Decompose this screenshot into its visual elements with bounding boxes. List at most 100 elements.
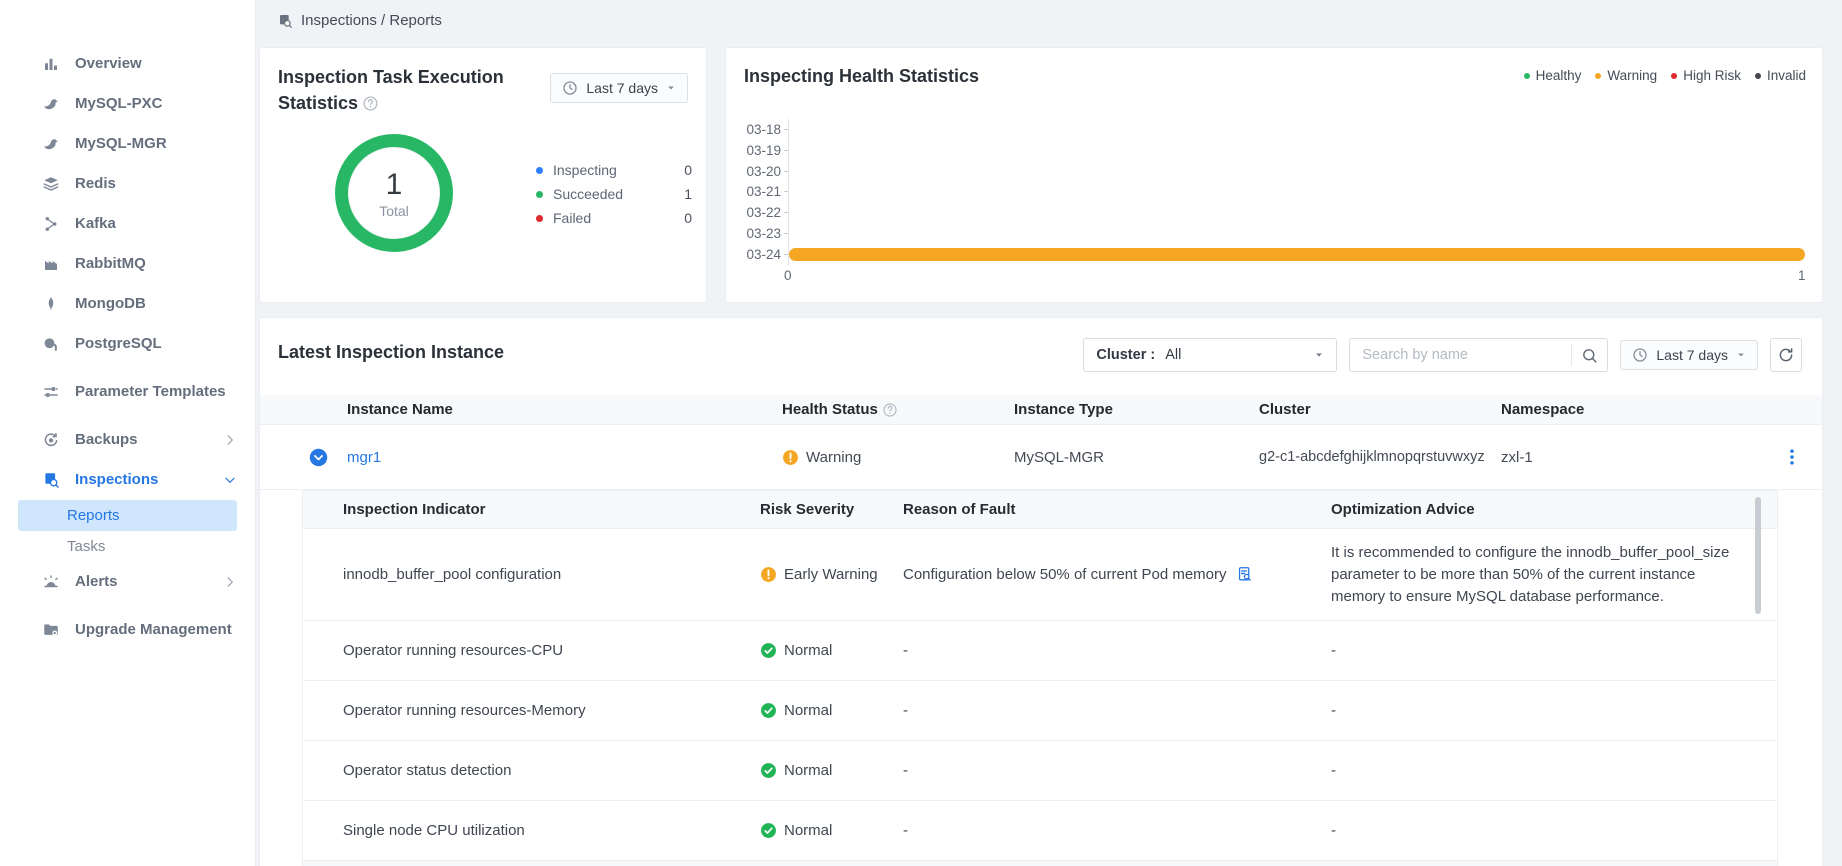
check-circle-icon (760, 642, 777, 659)
detail-row-innodb-buffer-pool-configuration: innodb_buffer_pool configurationEarly Wa… (303, 528, 1777, 620)
severity-label: Normal (784, 822, 832, 839)
chart-row-03-24 (789, 244, 1805, 265)
sidebar-item-label: Kafka (75, 214, 237, 234)
col-inspection-indicator: Inspection Indicator (343, 501, 760, 518)
detail-scrollbar[interactable] (1755, 497, 1761, 614)
sidebar-item-parameter-templates[interactable]: Parameter Templates (0, 364, 255, 420)
indicator-cell: Operator status detection (343, 762, 760, 779)
reason-text: - (903, 762, 908, 779)
cluster-cell: g2-c1-abcdefghijklmnopqrstuvwxyz (1259, 449, 1501, 465)
latest-range-button[interactable]: Last 7 days (1620, 340, 1758, 370)
sidebar-item-mysql-mgr[interactable]: MySQL-MGR (0, 124, 255, 164)
instance-table: Instance Name Health Status Instance Typ… (260, 395, 1822, 866)
health-legend-item-high-risk[interactable]: High Risk (1671, 68, 1741, 83)
refresh-button[interactable] (1770, 338, 1802, 372)
legend-label: Failed (553, 210, 591, 226)
col-namespace: Namespace (1501, 401, 1722, 418)
legend-dot (536, 167, 543, 174)
sidebar-item-backups[interactable]: Backups (0, 420, 255, 460)
next-row-partial (303, 860, 1777, 866)
breadcrumb-label[interactable]: Inspections / Reports (301, 12, 442, 29)
health-legend-item-warning[interactable]: Warning (1595, 68, 1657, 83)
help-icon[interactable] (362, 95, 379, 112)
health-legend-item-invalid[interactable]: Invalid (1755, 68, 1806, 83)
bar-warning-03-24[interactable] (789, 248, 1805, 261)
task-range-button[interactable]: Last 7 days (550, 73, 688, 103)
warning-circle-icon (760, 566, 777, 583)
sidebar-item-kafka[interactable]: Kafka (0, 204, 255, 244)
legend-dot (536, 191, 543, 198)
reason-cell: - (903, 702, 1331, 719)
col-instance-type: Instance Type (1014, 401, 1259, 418)
kafka-icon (42, 215, 60, 233)
collapse-row-icon[interactable] (309, 448, 328, 467)
cluster-select[interactable]: Cluster : All (1083, 338, 1337, 372)
layers-icon (42, 175, 60, 193)
sidebar-subitem-reports[interactable]: Reports (18, 500, 237, 531)
sidebar-item-postgresql[interactable]: PostgreSQL (0, 324, 255, 364)
health-chart-y-labels: 03-1803-1903-2003-2103-2203-2303-24 (744, 119, 788, 265)
health-status-cell: Warning (782, 449, 1014, 466)
sidebar-item-overview[interactable]: Overview (0, 44, 255, 84)
help-icon[interactable] (882, 402, 898, 418)
y-axis-label-03-24: 03-24 (744, 244, 788, 265)
col-health-status: Health Status (782, 401, 1014, 418)
severity-label: Normal (784, 642, 832, 659)
advice-cell: - (1331, 628, 1737, 674)
severity-cell: Early Warning (760, 566, 903, 583)
sidebar-subitem-tasks[interactable]: Tasks (18, 531, 237, 562)
clock-icon (1632, 347, 1648, 363)
health-chart-plot (788, 119, 1805, 265)
chart-row-03-18 (789, 119, 1805, 140)
donut-total-label: Total (379, 203, 409, 219)
instance-name-link[interactable]: mgr1 (347, 449, 381, 466)
sidebar-item-label: Redis (75, 174, 237, 194)
doc-search-icon (42, 471, 60, 489)
folder-gear-icon (42, 621, 60, 639)
sidebar-item-inspections[interactable]: Inspections (0, 460, 255, 500)
severity-cell: Normal (760, 642, 903, 659)
sidebar-item-redis[interactable]: Redis (0, 164, 255, 204)
chevron-down-icon (223, 473, 237, 487)
filters-bar: Cluster : All Last 7 days (1083, 338, 1802, 372)
advice-cell: - (1331, 688, 1737, 734)
elephant-icon (42, 335, 60, 353)
cluster-select-value: All (1165, 347, 1181, 363)
legend-dot (1595, 73, 1601, 79)
sidebar-item-label: MySQL-PXC (75, 94, 237, 114)
sidebar-item-upgrade-management[interactable]: Upgrade Management (0, 602, 255, 658)
detail-row-single-node-cpu-utilization: Single node CPU utilizationNormal-- (303, 800, 1777, 860)
y-axis-label-03-19: 03-19 (744, 140, 788, 161)
health-legend-item-healthy[interactable]: Healthy (1524, 68, 1582, 83)
search-icon[interactable] (1581, 347, 1598, 364)
latest-card-title: Latest Inspection Instance (278, 342, 504, 363)
sidebar-item-alerts[interactable]: Alerts (0, 562, 255, 602)
y-axis-label-03-18: 03-18 (744, 119, 788, 140)
view-report-doc-icon[interactable] (1236, 566, 1253, 583)
sidebar-item-label: Upgrade Management (75, 620, 237, 640)
sidebar-item-mysql-pxc[interactable]: MySQL-PXC (0, 84, 255, 124)
clock-icon (562, 80, 578, 96)
sidebar-item-label: PostgreSQL (75, 334, 237, 354)
sidebar-item-mongodb[interactable]: MongoDB (0, 284, 255, 324)
reason-text: Configuration below 50% of current Pod m… (903, 566, 1227, 583)
search-input[interactable] (1350, 347, 1571, 363)
legend-dot (1671, 73, 1677, 79)
col-optimization-advice: Optimization Advice (1331, 501, 1737, 518)
dolphin-icon (42, 135, 60, 153)
legend-value: 1 (684, 186, 692, 202)
row-actions-kebab-icon[interactable] (1782, 447, 1802, 467)
indicator-cell: Operator running resources-Memory (343, 702, 760, 719)
sidebar-item-label: Overview (75, 54, 237, 74)
sidebar-item-rabbitmq[interactable]: RabbitMQ (0, 244, 255, 284)
chart-row-03-21 (789, 182, 1805, 203)
health-statistics-card: Inspecting Health Statistics HealthyWarn… (725, 47, 1823, 303)
donut-total-value: 1 (386, 168, 403, 201)
severity-label: Normal (784, 762, 832, 779)
warning-icon (782, 449, 799, 466)
legend-dot (1755, 73, 1761, 79)
detail-row-operator-running-resources-memory: Operator running resources-MemoryNormal-… (303, 680, 1777, 740)
severity-cell: Normal (760, 762, 903, 779)
sidebar-item-label: MongoDB (75, 294, 237, 314)
y-axis-label-03-21: 03-21 (744, 182, 788, 203)
